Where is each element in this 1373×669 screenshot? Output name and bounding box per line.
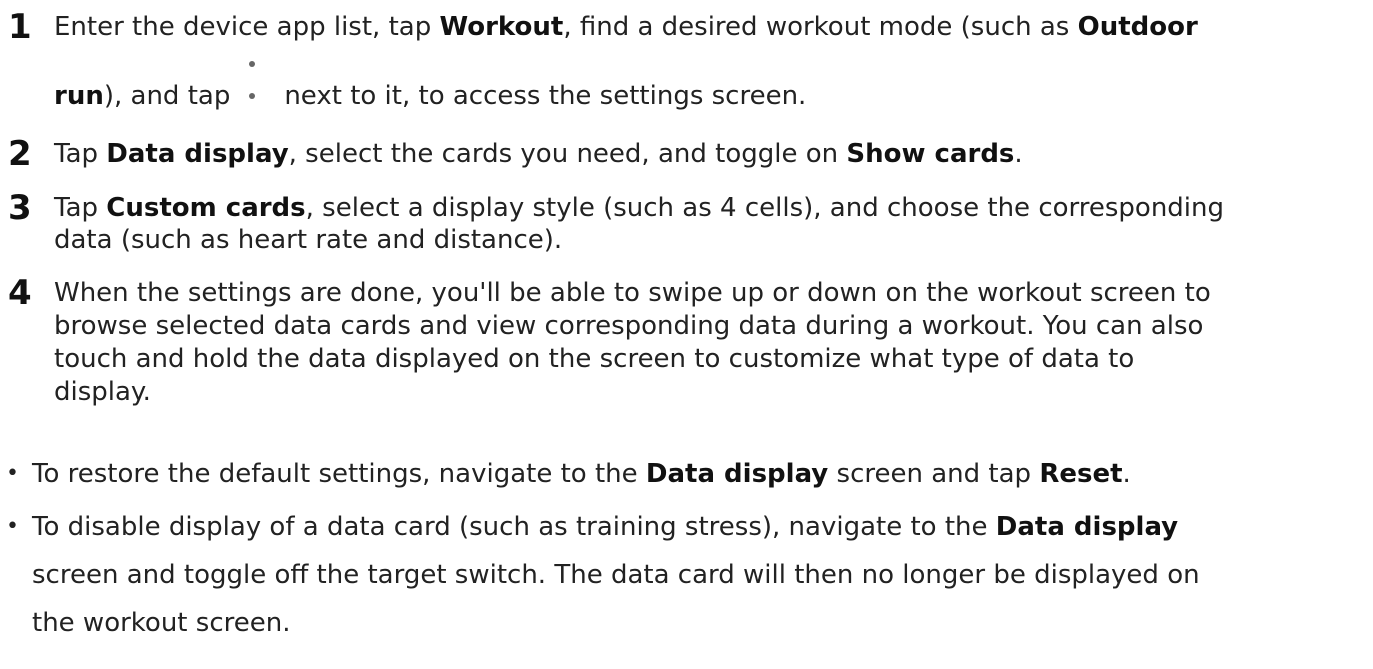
- workout-term: Workout: [439, 12, 564, 42]
- step-text-line: touch and hold the data displayed on the…: [54, 344, 1135, 374]
- step-text-line: display.: [54, 377, 151, 407]
- step-text-line: Tap Data display, select the cards you n…: [54, 139, 1023, 169]
- step-text-line: Tap Custom cards, select a display style…: [54, 193, 1225, 223]
- outdoor-term: Outdoor: [1077, 12, 1198, 42]
- note-text-line: To restore the default settings, navigat…: [32, 459, 1131, 489]
- more-vertical-icon: [240, 61, 264, 113]
- step-text-line: browse selected data cards and view corr…: [54, 311, 1204, 341]
- note-text-line: the workout screen.: [32, 608, 291, 638]
- data-display-term: Data display: [995, 512, 1179, 542]
- step-text-line: run), and tap next to it, to access the s…: [54, 61, 806, 113]
- step-number: 3: [8, 188, 32, 228]
- bullet-marker: •: [6, 461, 19, 486]
- step-text-line: data (such as heart rate and distance).: [54, 225, 563, 255]
- step-text-line: When the settings are done, you'll be ab…: [54, 278, 1211, 308]
- show-cards-term: Show cards: [846, 139, 1015, 169]
- step-number: 1: [8, 7, 32, 47]
- data-display-term: Data display: [106, 139, 289, 169]
- note-text-line: screen and toggle off the target switch.…: [32, 560, 1200, 590]
- data-display-term: Data display: [645, 459, 829, 489]
- step-number: 4: [8, 273, 32, 313]
- bullet-marker: •: [6, 514, 19, 539]
- step-number: 2: [8, 134, 32, 174]
- step-text-line: Enter the device app list, tap Workout, …: [54, 12, 1198, 42]
- reset-term: Reset: [1039, 459, 1123, 489]
- note-text-line: To disable display of a data card (such …: [32, 512, 1179, 542]
- run-term: run: [54, 81, 104, 111]
- custom-cards-term: Custom cards: [106, 193, 306, 223]
